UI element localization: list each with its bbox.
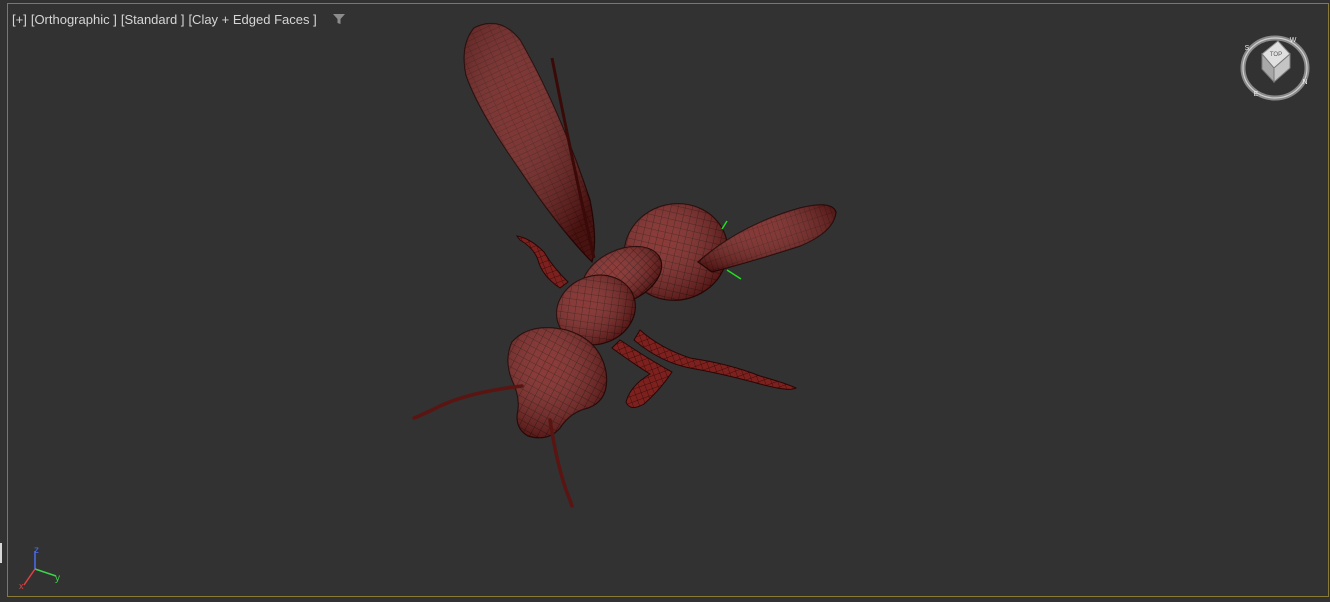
axis-y-label: y [55, 573, 60, 584]
viewcube-face-label: TOP [1270, 52, 1282, 58]
wasp-left-wing [463, 22, 596, 264]
viewcube-icon[interactable]: TOP W N E S [1238, 32, 1312, 104]
axis-tripod-icon: z y x [19, 545, 60, 590]
axis-x-label: x [19, 581, 24, 590]
compass-west: W [1290, 37, 1297, 44]
compass-east: E [1254, 91, 1259, 98]
perspective-viewport[interactable]: [+] [Orthographic ] [Standard ] [Clay + … [0, 0, 1330, 602]
compass-south: S [1245, 45, 1250, 52]
wasp-head [507, 327, 608, 439]
compass-north: N [1302, 79, 1307, 86]
wasp-model[interactable] [0, 0, 1330, 602]
wasp-legs [611, 329, 797, 408]
wasp-front-leg [515, 235, 569, 289]
axis-z-label: z [34, 545, 39, 556]
